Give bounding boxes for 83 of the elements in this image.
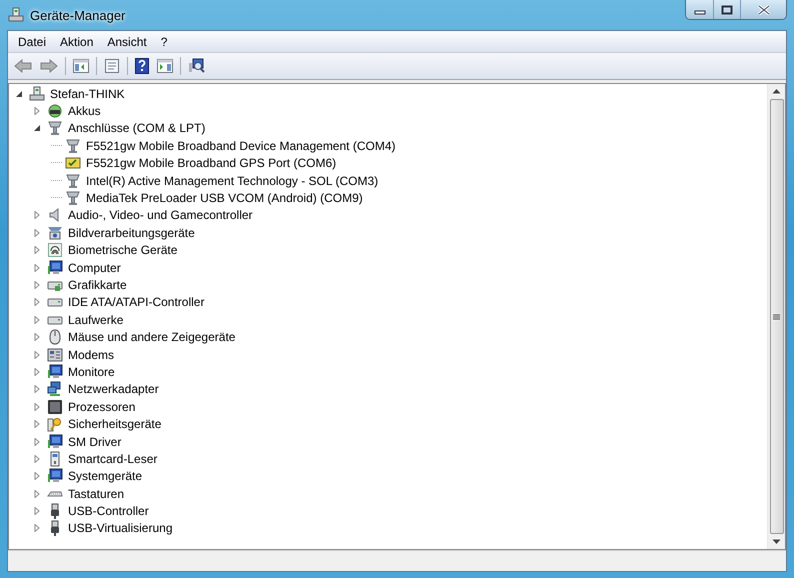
tree-item[interactable]: Netzwerkadapter (68, 382, 159, 396)
tree-item[interactable]: Akkus (68, 104, 101, 118)
expand-arrow-icon[interactable] (33, 524, 41, 532)
camera-icon (47, 224, 63, 241)
window-title: Geräte-Manager (30, 8, 126, 22)
mouse-icon (47, 329, 63, 346)
tree-item[interactable]: USB-Virtualisierung (68, 521, 172, 536)
menu-item[interactable]: Datei (12, 34, 52, 48)
expand-arrow-icon[interactable] (33, 228, 41, 237)
tree-item[interactable]: USB-Controller (68, 504, 149, 518)
tree-item[interactable]: Bildverarbeitungsgeräte (68, 226, 195, 240)
help-button[interactable] (132, 56, 152, 76)
tree-item[interactable]: Intel(R) Active Management Technology - SOL (COM3) (86, 174, 378, 188)
tree-item[interactable]: Tastaturen (68, 486, 124, 501)
expand-arrow-icon[interactable] (33, 107, 41, 116)
expand-arrow-icon[interactable] (33, 333, 41, 342)
tree-item[interactable]: Modems (68, 348, 114, 362)
scroll-thumb[interactable] (770, 99, 784, 534)
monitor-icon (47, 468, 63, 484)
expand-arrow-icon[interactable] (33, 211, 41, 220)
tree-item[interactable]: Computer (68, 260, 121, 275)
expand-arrow-icon[interactable] (33, 438, 41, 446)
scrollbar[interactable] (767, 84, 785, 549)
expand-arrow-icon[interactable] (33, 368, 41, 376)
tree-item[interactable]: Monitore (68, 364, 115, 379)
tree-item[interactable]: Mäuse und andere Zeigegeräte (68, 330, 236, 344)
expand-arrow-icon[interactable] (33, 246, 41, 254)
tree-item[interactable]: IDE ATA/ATAPI-Controller (68, 295, 204, 310)
connector-icon (65, 138, 81, 154)
maximize-icon (721, 4, 733, 14)
tree-item[interactable]: Biometrische Geräte (68, 243, 178, 258)
tree-item[interactable]: Laufwerke (68, 312, 124, 327)
scroll-up-icon[interactable] (772, 88, 781, 94)
expand-arrow-icon[interactable] (33, 472, 41, 480)
connector-icon (47, 120, 63, 136)
close-button[interactable] (740, 0, 786, 19)
tree-item[interactable]: F5521gw Mobile Broadband Device Management (COM4) (86, 138, 396, 153)
expand-arrow-icon[interactable] (33, 454, 41, 463)
menu-item[interactable]: Aktion (54, 34, 100, 48)
expand-arrow-icon[interactable] (33, 402, 41, 411)
monitor-icon (47, 434, 63, 450)
scroll-down-icon[interactable] (772, 539, 781, 545)
tree-item[interactable]: Audio-, Video- und Gamecontroller (68, 208, 253, 222)
connector-icon (65, 172, 81, 189)
monitor-icon (47, 364, 63, 380)
minimize-button[interactable] (686, 0, 713, 19)
chip-icon (47, 398, 63, 415)
tree-item[interactable]: Systemgeräte (68, 469, 142, 484)
console-tree-button[interactable] (70, 57, 92, 75)
expand-arrow-icon[interactable] (33, 264, 41, 272)
maximize-button[interactable] (713, 0, 740, 19)
expand-arrow-icon[interactable] (33, 280, 41, 289)
monitor-icon (47, 260, 63, 276)
expand-arrow-icon[interactable] (33, 316, 41, 324)
tree-item[interactable]: Smartcard-Leser (68, 452, 158, 466)
computer-icon (29, 86, 45, 102)
fingerprint-icon (47, 242, 63, 258)
expand-arrow-icon[interactable] (33, 385, 41, 394)
expand-arrow-icon[interactable] (33, 490, 41, 498)
collapse-arrow-icon[interactable] (33, 124, 41, 132)
computer-icon (8, 7, 24, 23)
connector-icon (65, 190, 81, 206)
collapse-arrow-icon[interactable] (15, 90, 23, 98)
close-icon (756, 4, 770, 14)
key-icon (47, 416, 63, 432)
network-icon (47, 381, 63, 398)
tree-item[interactable]: Grafikkarte (68, 278, 127, 292)
tree-item[interactable]: F5521gw Mobile Broadband GPS Port (COM6) (86, 156, 336, 170)
tree-item[interactable]: Anschlüsse (COM & LPT) (68, 121, 206, 136)
expand-arrow-icon[interactable] (33, 420, 41, 428)
tree-item[interactable]: Prozessoren (68, 400, 136, 414)
device-icon (65, 155, 81, 172)
tree-item[interactable]: SM Driver (68, 434, 122, 448)
action-pane-button[interactable] (154, 57, 176, 75)
menu-item[interactable]: ? (154, 34, 174, 48)
battery-icon (47, 103, 63, 120)
expand-arrow-icon[interactable] (33, 507, 41, 516)
expand-arrow-icon[interactable] (33, 350, 41, 359)
menu-item[interactable]: Ansicht (101, 34, 153, 48)
tree-item[interactable]: MediaTek PreLoader USB VCOM (Android) (COM9) (86, 191, 363, 206)
tree-item[interactable]: Sicherheitsgeräte (68, 417, 162, 432)
expand-arrow-icon[interactable] (33, 298, 41, 306)
tree-item[interactable]: Stefan-THINK (50, 86, 125, 101)
